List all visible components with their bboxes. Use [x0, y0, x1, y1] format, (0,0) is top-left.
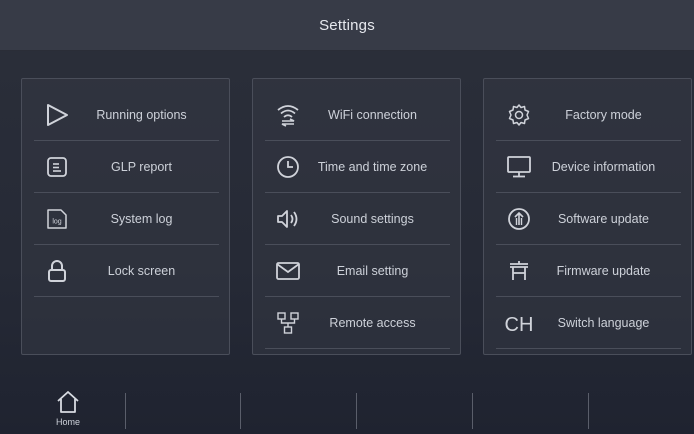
device-information-item[interactable]: Device information [496, 141, 681, 193]
glp-report-item[interactable]: GLP report [34, 141, 219, 193]
update-icon [504, 204, 534, 234]
bottom-divider [472, 393, 473, 429]
report-icon [42, 152, 72, 182]
wifi-icon [273, 100, 303, 130]
sound-settings-label: Sound settings [331, 211, 414, 226]
firmware-update-label: Firmware update [556, 263, 651, 278]
factory-mode-label: Factory mode [565, 107, 642, 122]
firmware-update-item[interactable]: Firmware update [496, 245, 681, 297]
software-update-label: Software update [557, 211, 650, 226]
remote-access-label: Remote access [329, 315, 416, 330]
lock-screen-item[interactable]: Lock screen [34, 245, 219, 297]
device-information-label: Device information [551, 159, 656, 174]
network-icon [273, 308, 303, 338]
speaker-icon [273, 204, 303, 234]
email-setting-item[interactable]: Email setting [265, 245, 450, 297]
lock-screen-label: Lock screen [107, 263, 176, 278]
svg-text:log: log [52, 218, 61, 225]
glp-report-label: GLP report [111, 159, 172, 174]
bottom-divider [588, 393, 589, 429]
language-icon: CH [504, 308, 534, 338]
settings-panel-left: Running options GLP report log System lo… [21, 78, 230, 355]
bottom-divider [125, 393, 126, 429]
firmware-icon [504, 256, 534, 286]
system-log-label: System log [110, 211, 173, 226]
bottom-divider [356, 393, 357, 429]
home-button[interactable]: Home [48, 389, 88, 433]
title-bar: Settings [0, 0, 694, 51]
running-options-label: Running options [96, 107, 187, 122]
switch-language-item[interactable]: CH Switch language [496, 297, 681, 349]
lock-icon [42, 256, 72, 286]
clock-icon [273, 152, 303, 182]
svg-text:CH: CH [505, 314, 534, 335]
home-label: Home [55, 417, 80, 427]
wifi-connection-label: WiFi connection [328, 107, 417, 122]
page-title: Settings [319, 16, 375, 34]
bottom-divider [240, 393, 241, 429]
factory-mode-item[interactable]: Factory mode [496, 89, 681, 141]
email-setting-label: Email setting [336, 263, 409, 278]
home-icon [55, 389, 81, 415]
time-zone-label: Time and time zone [317, 159, 428, 174]
sound-settings-item[interactable]: Sound settings [265, 193, 450, 245]
play-icon [42, 100, 72, 130]
remote-access-item[interactable]: Remote access [265, 297, 450, 349]
wifi-connection-item[interactable]: WiFi connection [265, 89, 450, 141]
system-log-item[interactable]: log System log [34, 193, 219, 245]
log-icon: log [42, 204, 72, 234]
email-icon [273, 256, 303, 286]
software-update-item[interactable]: Software update [496, 193, 681, 245]
running-options-item[interactable]: Running options [34, 89, 219, 141]
switch-language-label: Switch language [557, 315, 650, 330]
monitor-icon [504, 152, 534, 182]
settings-panel-right: Factory mode Device information Software… [483, 78, 692, 355]
gear-icon [504, 100, 534, 130]
time-zone-item[interactable]: Time and time zone [265, 141, 450, 193]
settings-panel-middle: WiFi connection Time and time zone Sound… [252, 78, 461, 355]
bottom-bar: Home [0, 379, 694, 434]
